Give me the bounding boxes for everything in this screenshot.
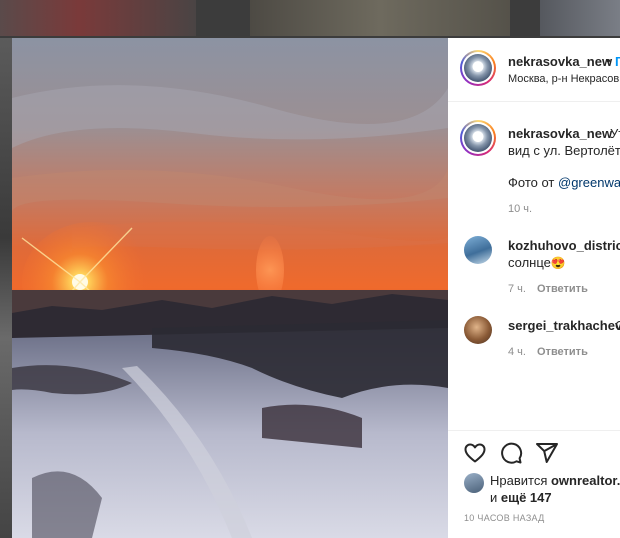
likes-line1: Нравится ownrealtor.re	[490, 473, 620, 488]
liker-avatar[interactable]	[464, 473, 484, 493]
comment-text: солнце😍	[508, 255, 566, 270]
comment-text-body: солнце	[508, 255, 551, 270]
caption-photo-credit: Фото от @greenway	[508, 175, 620, 190]
comment-icon[interactable]	[499, 441, 523, 465]
author-avatar[interactable]	[460, 50, 496, 86]
caption-text-line1: Ут	[610, 126, 620, 141]
share-icon[interactable]	[535, 441, 559, 465]
likes-line2: и ещё 147	[490, 490, 552, 505]
heart-icon[interactable]	[463, 441, 487, 465]
post-side-panel: nekrasovka_new • П Москва, р-н Некрасовк…	[448, 38, 620, 538]
comment-time: 7 ч.	[508, 283, 526, 295]
comment-time: 4 ч.	[508, 346, 526, 358]
heart-eyes-emoji: 😍	[550, 256, 566, 270]
likes-and: и	[490, 490, 501, 505]
likes-prefix: Нравится	[490, 473, 551, 488]
caption-author-username[interactable]: nekrasovka_new	[508, 126, 612, 141]
reply-button[interactable]: Ответить	[537, 283, 588, 295]
likes-count-link[interactable]: ещё 147	[501, 490, 552, 505]
post-header: nekrasovka_new • П Москва, р-н Некрасовк…	[448, 38, 620, 102]
caption-text-line2: вид с ул. Вертолётч	[508, 143, 620, 158]
feed-thumbnail[interactable]	[250, 0, 510, 36]
caption-time: 10 ч.	[508, 203, 533, 215]
liker-username[interactable]: ownrealtor.re	[551, 473, 620, 488]
post-timestamp[interactable]: 10 ЧАСОВ НАЗАД	[464, 513, 545, 523]
follow-button[interactable]: П	[615, 54, 620, 69]
commenter-avatar[interactable]	[464, 236, 492, 264]
post-location[interactable]: Москва, р-н Некрасовка	[508, 73, 620, 85]
separator-dot: •	[606, 53, 611, 68]
feed-background-left	[0, 38, 12, 538]
reply-button[interactable]: Ответить	[537, 346, 588, 358]
post-actions: Нравится ownrealtor.re и ещё 147 10 ЧАСО…	[448, 430, 620, 538]
author-username[interactable]: nekrasovka_new	[508, 54, 612, 69]
feed-thumbnail[interactable]	[0, 0, 196, 36]
credit-prefix: Фото от	[508, 175, 558, 190]
comment-username[interactable]: sergei_trakhachev	[508, 318, 620, 333]
comment-text: С	[615, 318, 620, 333]
feed-thumbnail[interactable]	[540, 0, 620, 36]
comment-username[interactable]: kozhuhovo_district	[508, 238, 620, 253]
caption-author-avatar[interactable]	[460, 120, 496, 156]
commenter-avatar[interactable]	[464, 316, 492, 344]
post-photo[interactable]	[12, 38, 448, 538]
credit-handle-link[interactable]: @greenway	[558, 175, 620, 190]
feed-background	[0, 0, 620, 38]
